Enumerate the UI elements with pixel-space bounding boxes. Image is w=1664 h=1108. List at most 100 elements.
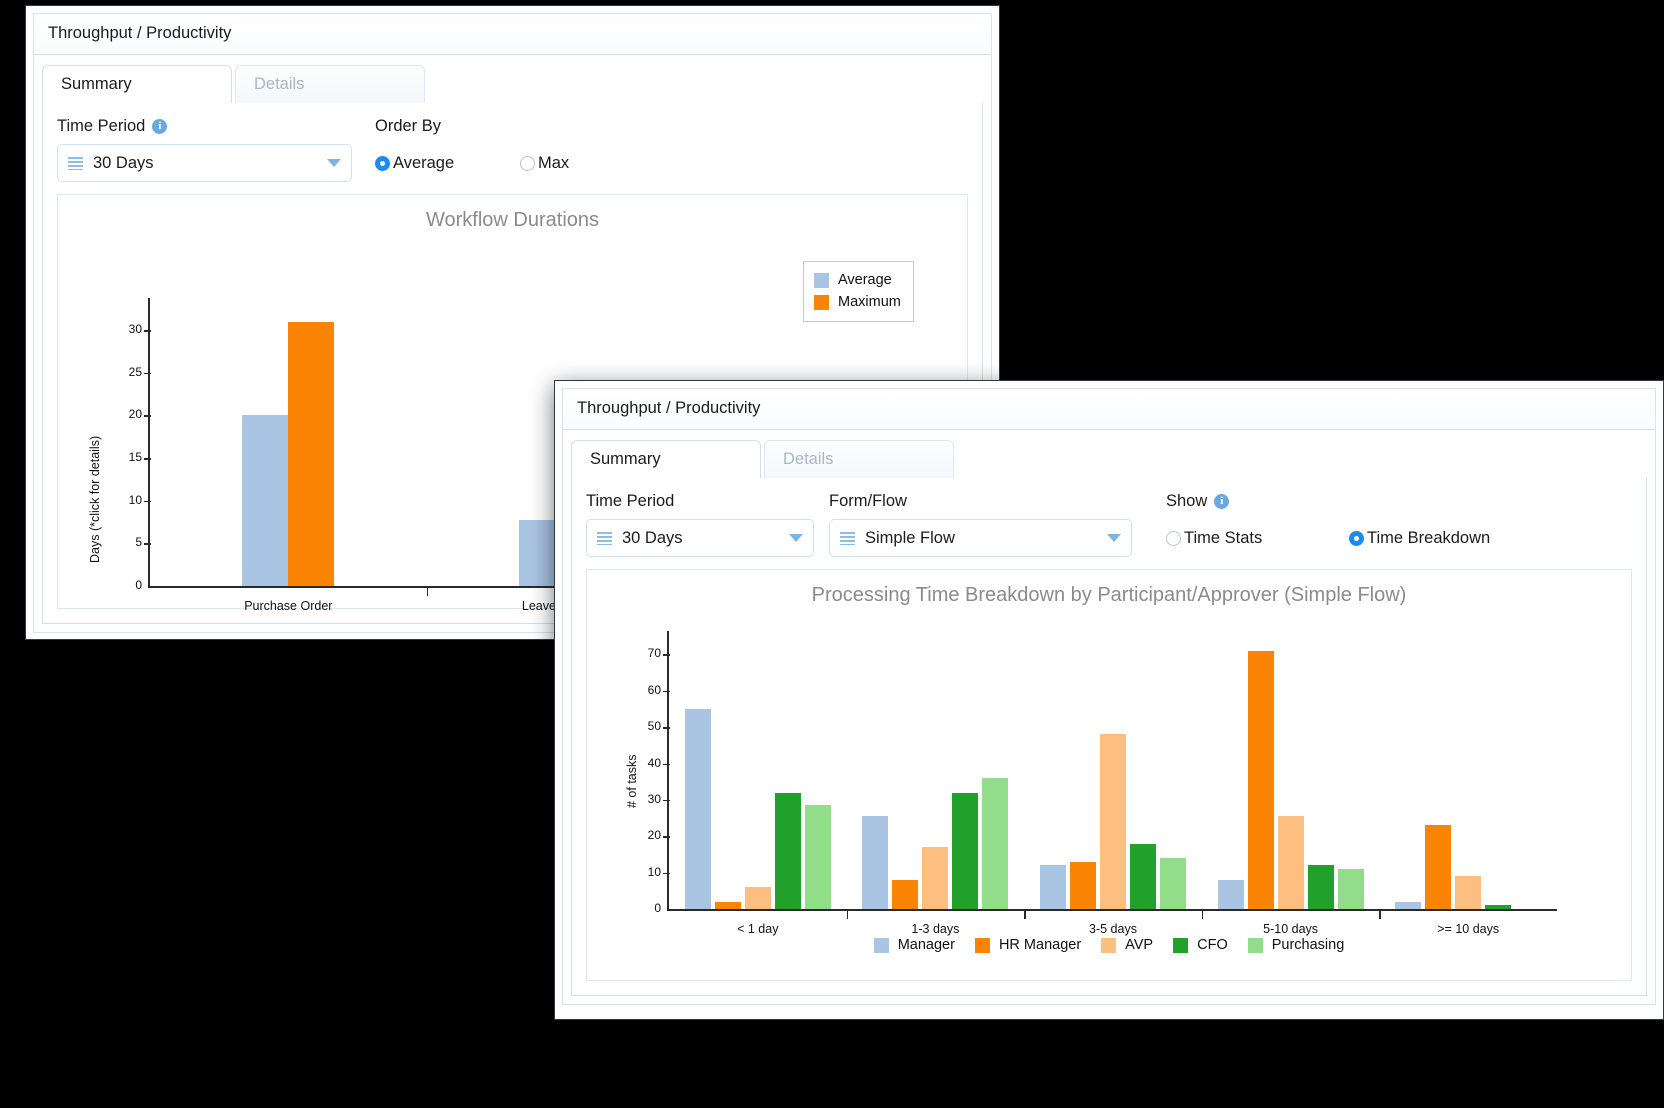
- legend-item: Purchasing: [1248, 934, 1345, 956]
- x-tick-mark: [1379, 911, 1381, 919]
- front-tabstrip: Summary Details: [571, 440, 1647, 478]
- y-tick-mark: [663, 691, 670, 693]
- radio-time-breakdown-dot[interactable]: [1349, 531, 1364, 546]
- bar[interactable]: [1040, 865, 1066, 909]
- y-tick-label: 30: [108, 322, 142, 336]
- show-label: Show: [1166, 492, 1207, 511]
- y-tick-mark: [663, 800, 670, 802]
- x-category-label: Purchase Order: [150, 599, 427, 613]
- radio-time-stats-dot[interactable]: [1166, 531, 1181, 546]
- bar[interactable]: [1278, 816, 1304, 909]
- bar[interactable]: [1485, 905, 1511, 909]
- front-y-axis-label: # of tasks: [625, 755, 639, 809]
- radio-time-stats-label: Time Stats: [1184, 529, 1262, 548]
- time-period-value: 30 Days: [93, 154, 327, 173]
- front-controls-row: Time Period 30 Days Form/Flow: [586, 490, 1632, 557]
- legend-swatch: [1101, 938, 1116, 953]
- legend-label: Manager: [898, 934, 955, 956]
- legend-item: HR Manager: [975, 934, 1081, 956]
- bar[interactable]: [288, 322, 334, 586]
- legend-label-average: Average: [838, 269, 892, 291]
- time-period-label-row: Time Period i: [57, 115, 357, 137]
- bar[interactable]: [922, 847, 948, 909]
- bar[interactable]: [952, 793, 978, 909]
- legend-swatch: [1173, 938, 1188, 953]
- y-tick-label: 20: [108, 407, 142, 421]
- chevron-down-icon[interactable]: [789, 534, 803, 542]
- front-time-period-value: 30 Days: [622, 529, 789, 548]
- list-icon: [68, 157, 83, 170]
- front-plot-area[interactable]: 010203040506070 < 1 day1-3 days3-5 days5…: [597, 613, 1621, 928]
- legend-swatch: [874, 938, 889, 953]
- y-tick-mark: [144, 458, 151, 460]
- bar[interactable]: [715, 902, 741, 909]
- info-icon[interactable]: i: [1214, 494, 1229, 509]
- x-tick-mark: [1202, 911, 1204, 919]
- front-time-period-field: Time Period 30 Days: [586, 490, 829, 557]
- legend-swatch: [1248, 938, 1263, 953]
- bar[interactable]: [1070, 862, 1096, 909]
- x-category-label: >= 10 days: [1379, 922, 1557, 936]
- bar[interactable]: [745, 887, 771, 909]
- form-flow-select[interactable]: Simple Flow: [829, 519, 1132, 557]
- bar[interactable]: [1338, 869, 1364, 909]
- back-tabstrip: Summary Details: [42, 65, 983, 103]
- front-tab-summary[interactable]: Summary: [571, 440, 761, 478]
- time-period-label: Time Period: [57, 117, 145, 136]
- y-tick-label: 70: [627, 646, 661, 660]
- legend-item: CFO: [1173, 934, 1228, 956]
- back-chart-legend: Average Maximum: [803, 261, 914, 322]
- x-category-label: 3-5 days: [1024, 922, 1202, 936]
- y-tick-mark: [144, 501, 151, 503]
- y-tick-label: 50: [627, 719, 661, 733]
- form-flow-value: Simple Flow: [865, 529, 1107, 548]
- bar[interactable]: [1100, 734, 1126, 909]
- bar[interactable]: [775, 793, 801, 909]
- x-tick-mark: [1024, 911, 1026, 919]
- front-tab-details[interactable]: Details: [764, 440, 954, 478]
- time-period-select[interactable]: 30 Days: [57, 144, 352, 182]
- front-time-period-select[interactable]: 30 Days: [586, 519, 814, 557]
- bar[interactable]: [1130, 844, 1156, 909]
- legend-swatch-maximum: [814, 295, 829, 310]
- tab-details[interactable]: Details: [235, 65, 425, 103]
- radio-max[interactable]: Max: [520, 154, 569, 173]
- bar[interactable]: [982, 778, 1008, 909]
- radio-time-stats[interactable]: Time Stats: [1166, 529, 1349, 548]
- bar[interactable]: [805, 805, 831, 909]
- bar[interactable]: [242, 415, 288, 586]
- y-tick-label: 0: [627, 901, 661, 915]
- bar[interactable]: [1248, 651, 1274, 909]
- y-tick-label: 10: [627, 865, 661, 879]
- radio-time-breakdown-label: Time Breakdown: [1367, 529, 1490, 548]
- time-period-field: Time Period i 30 Days: [57, 115, 357, 182]
- bar[interactable]: [1425, 825, 1451, 909]
- front-window[interactable]: Throughput / Productivity Summary Detail…: [554, 380, 1664, 1020]
- radio-time-breakdown[interactable]: Time Breakdown: [1349, 529, 1490, 548]
- bar[interactable]: [1218, 880, 1244, 909]
- legend-label: CFO: [1197, 934, 1228, 956]
- y-tick-label: 20: [627, 828, 661, 842]
- radio-average-label: Average: [393, 154, 454, 173]
- radio-max-dot[interactable]: [520, 156, 535, 171]
- info-icon[interactable]: i: [152, 119, 167, 134]
- bar[interactable]: [685, 709, 711, 909]
- bar[interactable]: [892, 880, 918, 909]
- back-y-axis-label: Days (*click for details): [88, 436, 102, 563]
- front-form-area: Time Period 30 Days Form/Flow: [571, 478, 1647, 996]
- radio-average[interactable]: Average: [375, 154, 520, 173]
- bar[interactable]: [1455, 876, 1481, 909]
- bar[interactable]: [862, 816, 888, 909]
- bar[interactable]: [1308, 865, 1334, 909]
- front-time-period-label-row: Time Period: [586, 490, 829, 512]
- bar[interactable]: [1160, 858, 1186, 909]
- legend-swatch-average: [814, 273, 829, 288]
- radio-average-dot[interactable]: [375, 156, 390, 171]
- bar[interactable]: [1395, 902, 1421, 909]
- y-tick-label: 10: [108, 493, 142, 507]
- chevron-down-icon[interactable]: [327, 159, 341, 167]
- tab-summary[interactable]: Summary: [42, 65, 232, 103]
- x-category-label: 1-3 days: [847, 922, 1025, 936]
- chevron-down-icon[interactable]: [1107, 534, 1121, 542]
- show-radio-group: Time Stats Time Breakdown: [1166, 519, 1490, 557]
